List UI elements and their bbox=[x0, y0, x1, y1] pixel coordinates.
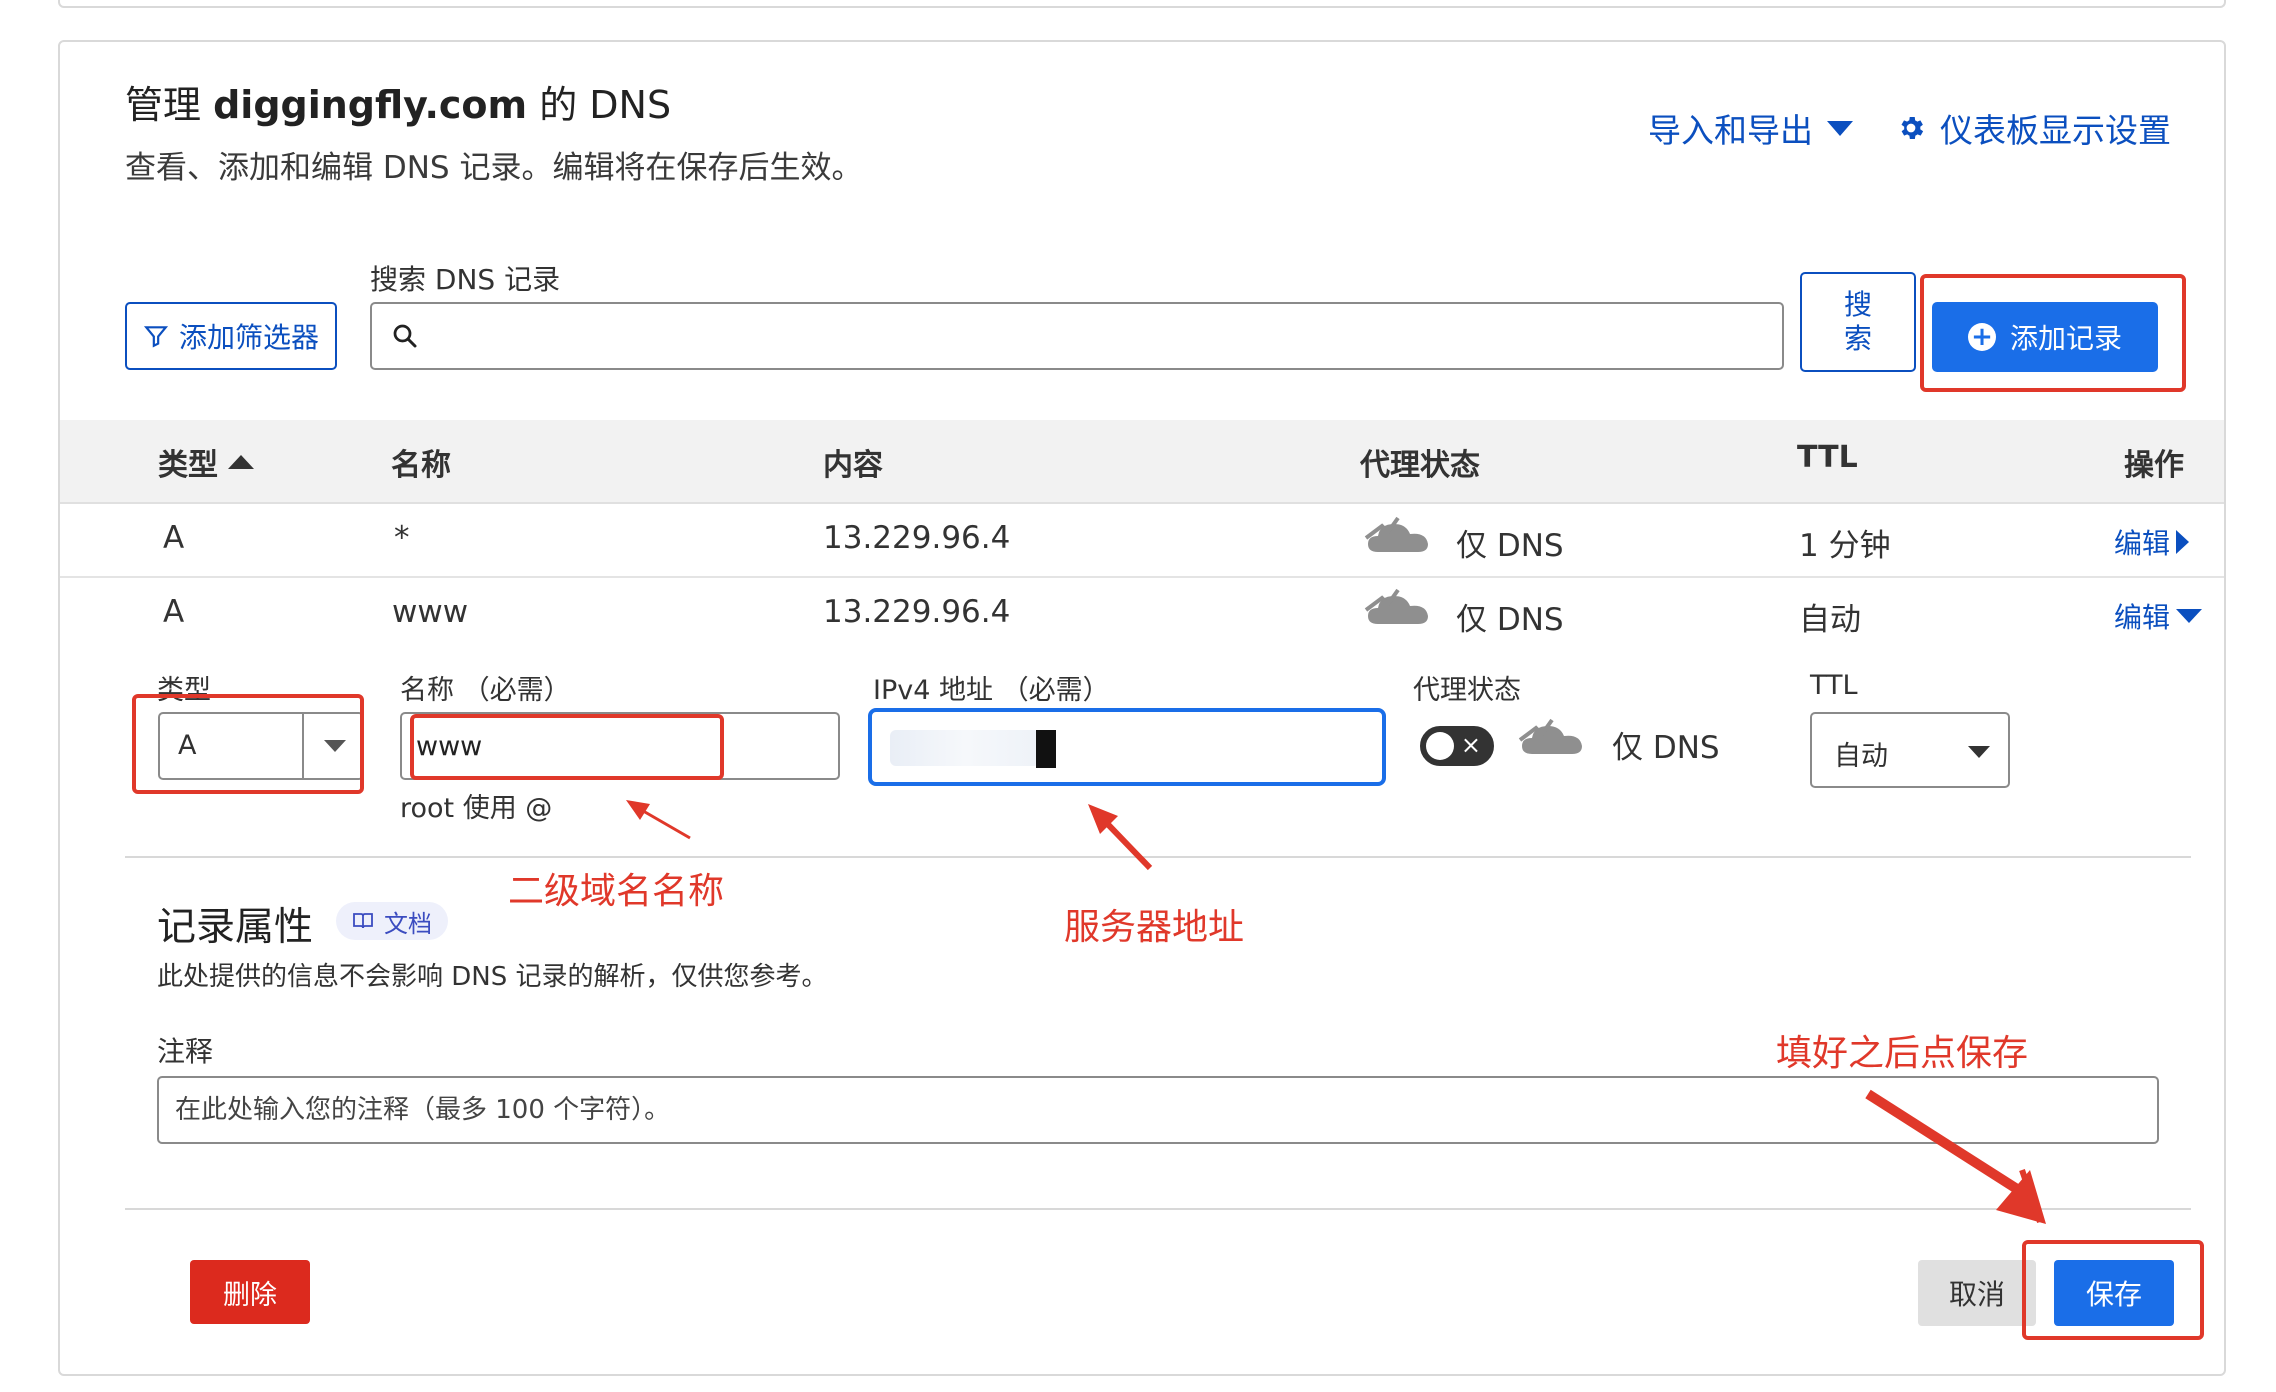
proxy-status-value: 仅 DNS bbox=[1612, 730, 1720, 766]
ipv4-label: IPv4 地址 （必需） bbox=[873, 675, 1110, 706]
dashboard-settings-link[interactable]: 仪表板显示设置 bbox=[1896, 104, 2171, 152]
search-input[interactable] bbox=[430, 319, 1782, 353]
annotation-save-hint-label: 填好之后点保存 bbox=[1776, 1033, 2029, 1074]
sort-ascending-icon bbox=[228, 455, 254, 469]
ttl-label: TTL bbox=[1810, 670, 1858, 701]
proxy-status-label: 代理状态 bbox=[1413, 675, 1521, 706]
gear-icon bbox=[1901, 117, 1924, 139]
proxy-toggle[interactable]: × bbox=[1420, 726, 1494, 766]
annotation-box-type bbox=[132, 694, 364, 794]
docs-badge-label: 文档 bbox=[384, 909, 432, 938]
import-export-menu[interactable]: 导入和导出 bbox=[1648, 104, 1853, 152]
chevron-down-icon bbox=[2176, 609, 2203, 623]
filter-icon bbox=[143, 326, 169, 348]
add-filter-button[interactable]: 添加筛选器 bbox=[125, 302, 337, 370]
column-header-ttl: TTL bbox=[1797, 440, 1858, 475]
row-1-edit-label: 编辑 bbox=[2114, 527, 2171, 560]
search-field[interactable] bbox=[370, 302, 1784, 370]
annotation-box-name bbox=[410, 714, 724, 780]
previous-card-edge bbox=[58, 0, 2226, 8]
ttl-select[interactable]: 自动 bbox=[1810, 712, 2010, 788]
delete-button[interactable]: 删除 bbox=[190, 1260, 310, 1324]
row-1-type: A bbox=[163, 520, 185, 556]
row-2-edit-link[interactable]: 编辑 bbox=[2114, 596, 2203, 636]
row-2-edit-label: 编辑 bbox=[2114, 601, 2171, 634]
row-1-name: * bbox=[394, 520, 410, 556]
ttl-select-value: 自动 bbox=[1834, 741, 1888, 772]
ipv4-field[interactable] bbox=[868, 708, 1386, 786]
annotation-box-save bbox=[2022, 1240, 2204, 1340]
comment-input[interactable] bbox=[175, 1078, 1974, 1142]
column-header-type[interactable]: 类型 bbox=[158, 440, 254, 484]
import-export-label: 导入和导出 bbox=[1648, 111, 1813, 150]
chevron-down-icon bbox=[1968, 746, 1990, 758]
record-attributes-description: 此处提供的信息不会影响 DNS 记录的解析，仅供您参考。 bbox=[157, 962, 828, 992]
row-1-content: 13.229.96.4 bbox=[823, 520, 1011, 556]
column-header-name: 名称 bbox=[391, 448, 451, 483]
annotation-box-add-record bbox=[1920, 274, 2186, 392]
footer-divider bbox=[125, 1208, 2191, 1210]
search-button[interactable]: 搜索 bbox=[1800, 272, 1916, 372]
row-divider bbox=[60, 576, 2224, 578]
cloud-dns-only-icon bbox=[1364, 516, 1428, 552]
name-label: 名称 （必需） bbox=[400, 675, 571, 706]
close-icon: × bbox=[1460, 731, 1481, 759]
row-1-ttl: 1 分钟 bbox=[1799, 528, 1891, 564]
comment-field[interactable] bbox=[157, 1076, 2159, 1144]
section-divider bbox=[125, 856, 2191, 858]
cloud-dns-only-icon bbox=[1518, 718, 1582, 754]
annotation-subdomain-label: 二级域名名称 bbox=[508, 871, 725, 912]
toggle-knob bbox=[1426, 732, 1454, 760]
page-subtitle: 查看、添加和编辑 DNS 记录。编辑将在保存后生效。 bbox=[125, 150, 863, 186]
cancel-button[interactable]: 取消 bbox=[1918, 1260, 2036, 1326]
column-header-proxy: 代理状态 bbox=[1360, 448, 1480, 483]
page-title: 管理 diggingfly.com 的 DNS bbox=[125, 83, 672, 127]
row-2-content: 13.229.96.4 bbox=[823, 594, 1011, 630]
redacted-ip-value bbox=[890, 730, 1040, 766]
name-hint: root 使用 @ bbox=[400, 793, 553, 824]
record-attributes-title: 记录属性 bbox=[157, 905, 314, 950]
table-header bbox=[60, 420, 2224, 504]
docs-badge[interactable]: 文档 bbox=[336, 902, 448, 940]
column-header-type-label: 类型 bbox=[158, 448, 218, 483]
row-2-proxy: 仅 DNS bbox=[1456, 602, 1564, 638]
column-header-content: 内容 bbox=[823, 448, 883, 483]
row-1-edit-link[interactable]: 编辑 bbox=[2114, 522, 2190, 562]
domain-name: diggingfly.com bbox=[213, 83, 528, 127]
cloud-dns-only-icon bbox=[1364, 588, 1428, 624]
row-2-name: www bbox=[392, 594, 469, 630]
annotation-server-address-label: 服务器地址 bbox=[1064, 907, 1245, 948]
search-label: 搜索 DNS 记录 bbox=[370, 263, 561, 296]
search-icon bbox=[393, 324, 417, 348]
add-filter-label: 添加筛选器 bbox=[178, 321, 319, 354]
row-1-proxy: 仅 DNS bbox=[1456, 528, 1564, 564]
row-2-type: A bbox=[163, 594, 185, 630]
comment-label: 注释 bbox=[157, 1035, 214, 1068]
dashboard-settings-label: 仪表板显示设置 bbox=[1940, 111, 2171, 150]
column-header-actions: 操作 bbox=[2124, 448, 2184, 483]
text-cursor bbox=[1036, 730, 1056, 768]
chevron-down-icon bbox=[1827, 120, 1853, 136]
chevron-right-icon bbox=[2176, 530, 2190, 554]
row-2-ttl: 自动 bbox=[1799, 602, 1861, 638]
book-icon bbox=[353, 913, 373, 929]
